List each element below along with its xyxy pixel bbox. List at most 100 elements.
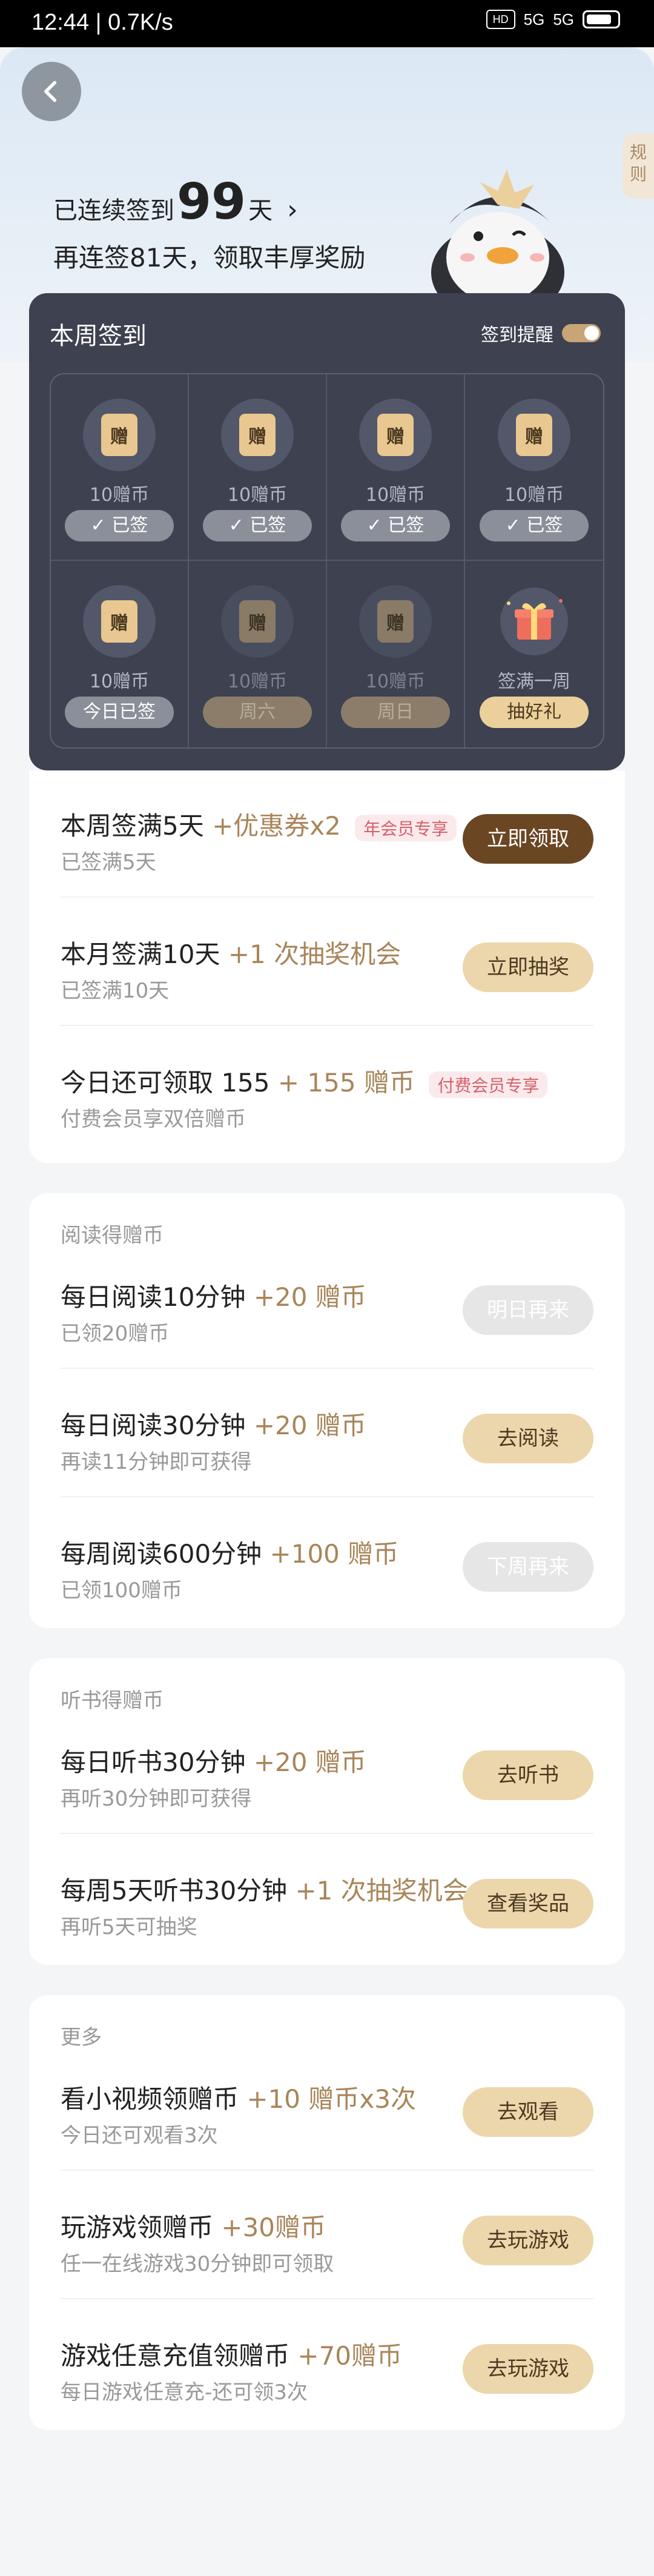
task-title: 每周5天听书30分钟 <box>61 1876 288 1906</box>
task-reward: +优惠券x2 <box>212 811 341 841</box>
go-play-game-button[interactable]: 去玩游戏 <box>463 2344 593 2394</box>
task-row: 每日阅读10分钟 +20 赠币 已领20赠币 明日再来 <box>61 1242 593 1369</box>
checkin-day-3: 赠 10赠币 ✓ 已签 <box>327 374 465 561</box>
gift-label: 签满一周 <box>498 671 570 692</box>
task-reward: +20 赠币 <box>253 1282 366 1312</box>
day-amount: 10赠币 <box>89 485 150 506</box>
penguin-mascot-icon <box>431 170 564 303</box>
hd-icon: HD <box>486 10 515 29</box>
divider <box>61 2170 593 2171</box>
divider <box>61 1368 593 1369</box>
divider <box>61 896 593 898</box>
claim-now-button[interactable]: 立即领取 <box>463 814 593 864</box>
task-reward: +30赠币 <box>221 2213 326 2242</box>
task-subtitle: 今日还可观看3次 <box>61 2124 218 2148</box>
streak-hint: 再连签81天，领取丰厚奖励 <box>53 243 366 273</box>
come-tomorrow-button[interactable]: 明日再来 <box>463 1285 593 1335</box>
task-reward: +100 赠币 <box>269 1539 399 1569</box>
task-title: 每日阅读30分钟 <box>61 1411 246 1440</box>
task-reward: +1 次抽奖机会 <box>228 939 401 969</box>
task-subtitle: 每日游戏任意充-还可领3次 <box>61 2380 308 2405</box>
checkin-day-6: 赠 10赠币 周六 <box>189 561 327 747</box>
reminder-label: 签到提醒 <box>481 325 553 346</box>
task-title: 玩游戏领赠币 <box>61 2213 214 2242</box>
back-button[interactable] <box>22 62 81 121</box>
streak-suffix: 天 <box>248 197 273 225</box>
task-row: 每日听书30分钟 +20 赠币 再听30分钟即可获得 去听书 <box>61 1707 593 1834</box>
checkin-day-7: 赠 10赠币 周日 <box>327 561 465 747</box>
view-prizes-button[interactable]: 查看奖品 <box>463 1879 593 1929</box>
checkin-rewards-card: 本周签满5天 +优惠券x2 年会员专享 已签满5天 立即领取 本月签满10天 +… <box>29 770 625 1163</box>
day-status: ✓ 已签 <box>65 510 174 541</box>
task-reward: +10 赠币x3次 <box>246 2084 416 2114</box>
task-subtitle: 已签满5天 <box>61 850 156 875</box>
streak-summary[interactable]: 已连续签到 99 天 › <box>53 173 298 231</box>
member-tag: 付费会员专享 <box>429 1071 548 1098</box>
go-read-button[interactable]: 去阅读 <box>463 1414 593 1463</box>
task-reward: +20 赠币 <box>253 1411 366 1440</box>
task-subtitle: 再听5天可抽奖 <box>61 1915 197 1939</box>
status-icons: HD 5G 5G <box>486 10 620 29</box>
weekly-checkin-panel: 本周签到 签到提醒 赠 10赠币 ✓ 已签 赠 10赠币 ✓ 已签 赠 10赠币… <box>29 293 625 770</box>
chevron-right-icon: › <box>287 194 298 225</box>
reading-rewards-card: 阅读得赠币 每日阅读10分钟 +20 赠币 已领20赠币 明日再来 每日阅读30… <box>29 1193 625 1628</box>
more-rewards-card: 更多 看小视频领赠币 +10 赠币x3次 今日还可观看3次 去观看 玩游戏领赠币… <box>29 1995 625 2430</box>
draw-now-button[interactable]: 立即抽奖 <box>463 942 593 992</box>
signal-icon-2: 5G <box>553 10 574 28</box>
task-subtitle: 任一在线游戏30分钟即可领取 <box>61 2252 334 2276</box>
coin-icon: 赠 <box>221 585 294 658</box>
coin-icon: 赠 <box>83 585 156 658</box>
checkin-reminder: 签到提醒 <box>481 320 601 346</box>
day-amount: 10赠币 <box>365 485 426 506</box>
go-play-game-button[interactable]: 去玩游戏 <box>463 2216 593 2265</box>
listening-rewards-card: 听书得赠币 每日听书30分钟 +20 赠币 再听30分钟即可获得 去听书 每周5… <box>29 1658 625 1965</box>
day-amount: 10赠币 <box>89 671 150 692</box>
task-title: 每日听书30分钟 <box>61 1747 246 1777</box>
task-subtitle: 再读11分钟即可获得 <box>61 1450 252 1474</box>
task-subtitle: 已领20赠币 <box>61 1322 170 1346</box>
status-bar: 12:44 | 0.7K/s HD 5G 5G <box>0 0 654 47</box>
coin-icon: 赠 <box>221 399 294 471</box>
task-subtitle: 已签满10天 <box>61 979 170 1003</box>
signal-icon: 5G <box>523 10 545 28</box>
chevron-left-icon <box>44 81 57 102</box>
reminder-toggle[interactable] <box>562 324 601 342</box>
task-subtitle: 再听30分钟即可获得 <box>61 1787 252 1811</box>
coin-icon: 赠 <box>83 399 156 471</box>
battery-icon <box>583 10 620 28</box>
day-amount: 10赠币 <box>227 671 288 692</box>
task-row: 今日还可领取 155 + 155 赠币 付费会员专享 付费会员享双倍赠币 <box>61 1027 593 1154</box>
rules-button[interactable]: 规则 <box>623 133 654 199</box>
day-status: 周日 <box>341 697 450 728</box>
checkin-week-gift[interactable]: 签满一周 抽好礼 <box>465 561 603 747</box>
task-row: 本月签满10天 +1 次抽奖机会 已签满10天 立即抽奖 <box>61 899 593 1026</box>
go-watch-button[interactable]: 去观看 <box>463 2087 593 2137</box>
coin-icon: 赠 <box>359 585 432 658</box>
task-title: 本月签满10天 <box>61 939 220 969</box>
checkin-day-5: 赠 10赠币 今日已签 <box>51 561 189 747</box>
go-listen-button[interactable]: 去听书 <box>463 1750 593 1800</box>
draw-gift-button[interactable]: 抽好礼 <box>480 697 589 728</box>
come-next-week-button[interactable]: 下周再来 <box>463 1542 593 1592</box>
task-row: 每周5天听书30分钟 +1 次抽奖机会 再听5天可抽奖 查看奖品 <box>61 1835 593 1962</box>
task-reward: +70赠币 <box>297 2341 403 2371</box>
task-row: 每日阅读30分钟 +20 赠币 再读11分钟即可获得 去阅读 <box>61 1370 593 1497</box>
streak-days: 99 <box>177 173 246 231</box>
divider <box>61 1025 593 1026</box>
divider <box>61 2298 593 2299</box>
checkin-day-2: 赠 10赠币 ✓ 已签 <box>189 374 327 561</box>
day-status: ✓ 已签 <box>203 510 312 541</box>
day-status: ✓ 已签 <box>480 510 589 541</box>
day-status: ✓ 已签 <box>341 510 450 541</box>
task-title: 每周阅读600分钟 <box>61 1539 262 1569</box>
task-subtitle: 付费会员享双倍赠币 <box>61 1107 246 1131</box>
day-status: 今日已签 <box>65 697 174 728</box>
task-title: 看小视频领赠币 <box>61 2084 239 2114</box>
gift-icon <box>498 585 570 658</box>
checkin-day-1: 赠 10赠币 ✓ 已签 <box>51 374 189 561</box>
task-title: 游戏任意充值领赠币 <box>61 2341 290 2371</box>
streak-prefix: 已连续签到 <box>53 197 174 225</box>
status-time: 12:44 | 0.7K/s <box>31 10 173 35</box>
day-amount: 10赠币 <box>504 485 564 506</box>
divider <box>61 1496 593 1497</box>
